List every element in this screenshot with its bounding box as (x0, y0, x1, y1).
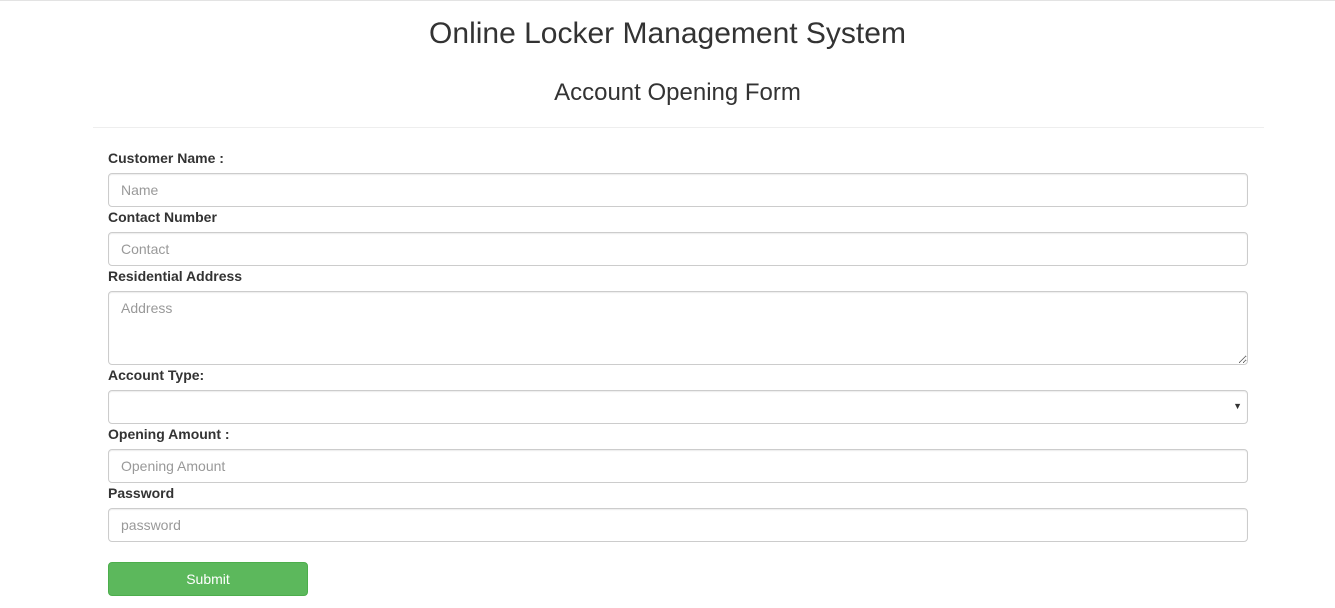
password-label: Password (108, 485, 175, 501)
password-group: Password (108, 484, 1248, 542)
customer-name-group: Customer Name : (108, 149, 1248, 207)
opening-amount-label: Opening Amount : (108, 426, 230, 442)
residential-address-textarea[interactable] (108, 291, 1248, 365)
account-type-select-wrap: ▼ (108, 390, 1248, 424)
submit-button[interactable]: Submit (108, 562, 308, 596)
app-title: Online Locker Management System (429, 17, 906, 50)
account-type-label: Account Type: (108, 367, 205, 383)
account-type-group: Account Type: ▼ (108, 366, 1248, 424)
residential-address-label: Residential Address (108, 268, 243, 284)
opening-amount-group: Opening Amount : (108, 425, 1248, 483)
password-input[interactable] (108, 508, 1248, 542)
divider (93, 127, 1264, 128)
page: Online Locker Management System Account … (0, 0, 1335, 608)
customer-name-input[interactable] (108, 173, 1248, 207)
account-opening-form: Customer Name : Contact Number Residenti… (108, 149, 1248, 543)
customer-name-label: Customer Name : (108, 150, 224, 166)
account-type-select[interactable] (108, 390, 1248, 424)
contact-number-group: Contact Number (108, 208, 1248, 266)
contact-number-label: Contact Number (108, 209, 217, 225)
form-title: Account Opening Form (554, 79, 801, 106)
residential-address-group: Residential Address (108, 267, 1248, 365)
opening-amount-input[interactable] (108, 449, 1248, 483)
contact-number-input[interactable] (108, 232, 1248, 266)
